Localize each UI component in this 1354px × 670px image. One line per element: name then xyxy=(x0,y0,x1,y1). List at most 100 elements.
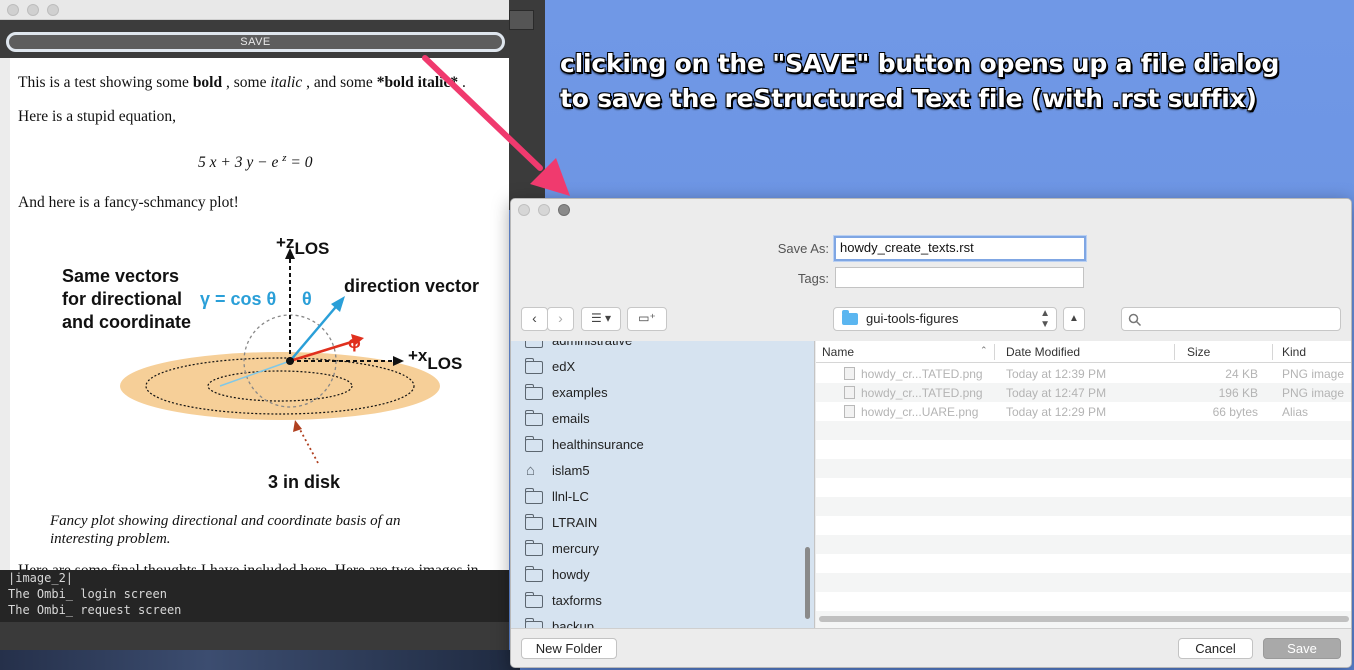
file-row: howdy_cr...UARE.png Today at 12:29 PM 66… xyxy=(816,402,1351,421)
list-view-icon: ☰ ▾ xyxy=(590,311,612,325)
dialog-save-button[interactable]: Save xyxy=(1263,638,1341,659)
empty-row xyxy=(816,535,1351,554)
source-line: |image_2| xyxy=(8,571,74,585)
paragraph-plot-intro: And here is a fancy-schmancy plot! xyxy=(18,194,239,211)
folder-icon xyxy=(524,358,543,374)
folder-icon xyxy=(524,384,543,400)
save-as-label: Save As: xyxy=(777,241,829,256)
italic-text: italic xyxy=(270,74,303,91)
save-button[interactable]: SAVE xyxy=(6,32,505,52)
folder-icon xyxy=(524,436,543,452)
file-name: howdy_cr...TATED.png xyxy=(861,386,983,400)
same-vectors-label-line3: and coordinate xyxy=(62,312,191,332)
direction-vector-label: direction vector xyxy=(344,276,479,296)
minimize-dialog-button[interactable] xyxy=(538,204,550,216)
bold-text: bold xyxy=(192,74,223,91)
folder-icon xyxy=(524,514,543,530)
paragraph-formatting: This is a test showing some bold , some … xyxy=(18,74,466,92)
file-name: howdy_cr...UARE.png xyxy=(861,405,979,419)
close-dialog-button[interactable] xyxy=(518,204,530,216)
back-button[interactable]: ‹ xyxy=(521,307,548,331)
source-text-pane[interactable]: |image_2| The Ombi_ login screen The Omb… xyxy=(0,570,509,622)
column-kind[interactable]: Kind xyxy=(1282,345,1306,359)
sidebar-item-label: examples xyxy=(552,385,608,400)
sidebar-scrollbar[interactable] xyxy=(805,547,810,619)
horizontal-scrollbar[interactable] xyxy=(819,616,1349,622)
file-row: howdy_cr...TATED.png Today at 12:47 PM 1… xyxy=(816,383,1351,402)
search-input[interactable] xyxy=(1121,307,1341,331)
folder-icon xyxy=(524,488,543,504)
zoom-dialog-button[interactable] xyxy=(558,204,570,216)
editor-window: SAVE This is a test showing some bold , … xyxy=(0,0,509,650)
save-as-field[interactable]: howdy_create_texts.rst xyxy=(834,236,1086,261)
folder-icon xyxy=(524,566,543,582)
source-line: The Ombi_ login screen xyxy=(8,587,167,601)
view-options-button[interactable]: ☰ ▾ xyxy=(581,307,621,331)
file-size: 24 KB xyxy=(1225,367,1258,381)
column-divider[interactable] xyxy=(994,344,995,360)
empty-row xyxy=(816,573,1351,592)
location-label: gui-tools-figures xyxy=(866,311,959,326)
empty-row xyxy=(816,497,1351,516)
disk-label: 3 in disk xyxy=(268,472,341,492)
column-size[interactable]: Size xyxy=(1187,345,1210,359)
editor-titlebar xyxy=(0,0,509,20)
file-date: Today at 12:29 PM xyxy=(1006,405,1107,419)
forward-button[interactable]: › xyxy=(547,307,574,331)
file-name: howdy_cr...TATED.png xyxy=(861,367,983,381)
disk-pointer-arrowhead xyxy=(293,420,302,432)
sidebar-item-label: taxforms xyxy=(552,593,602,608)
editor-toolbar: SAVE xyxy=(0,20,509,58)
figure-caption: Fancy plot showing directional and coord… xyxy=(50,513,401,547)
sidebar-item-label: backup xyxy=(552,619,594,628)
background-app-toolbar xyxy=(509,10,534,30)
file-date: Today at 12:47 PM xyxy=(1006,386,1107,400)
phi-label: ϕ xyxy=(348,333,361,352)
folder-icon xyxy=(524,540,543,556)
folder-icon xyxy=(524,618,543,628)
text-run: This is a test showing some xyxy=(18,74,193,91)
search-icon xyxy=(1128,313,1142,327)
theta-label: θ xyxy=(302,289,312,309)
image-file-icon xyxy=(844,367,855,380)
file-kind: PNG image xyxy=(1282,367,1345,381)
paragraph-final-thoughts: Here are some final thoughts I have incl… xyxy=(18,562,479,570)
cancel-button[interactable]: Cancel xyxy=(1178,638,1253,659)
text-run: , some xyxy=(222,74,271,91)
close-window-button[interactable] xyxy=(7,4,19,16)
text-run: . xyxy=(458,74,466,91)
file-list: Name ⌃ Date Modified Size Kind howdy_cr.… xyxy=(816,341,1351,628)
sidebar-item-label: LTRAIN xyxy=(552,515,598,530)
column-date-modified[interactable]: Date Modified xyxy=(1006,345,1080,359)
save-file-dialog: Save As: howdy_create_texts.rst Tags: ‹ … xyxy=(510,198,1352,668)
new-folder-button[interactable]: New Folder xyxy=(521,638,617,659)
empty-row xyxy=(816,459,1351,478)
location-popup[interactable]: gui-tools-figures ▲ ▼ xyxy=(833,307,1057,331)
new-folder-icon-button[interactable]: ▭⁺ xyxy=(627,307,667,331)
same-vectors-label-line1: Same vectors xyxy=(62,266,179,286)
column-name[interactable]: Name xyxy=(822,345,854,359)
chevron-left-icon: ‹ xyxy=(532,310,537,326)
expand-collapse-button[interactable]: ▲ xyxy=(1063,307,1085,331)
column-divider[interactable] xyxy=(1272,344,1273,360)
column-divider[interactable] xyxy=(1174,344,1175,360)
folder-icon xyxy=(842,310,858,325)
folder-icon xyxy=(524,592,543,608)
sidebar-item-label: howdy xyxy=(552,567,590,582)
tags-field[interactable] xyxy=(835,267,1084,288)
sidebar-item-label: edX xyxy=(552,359,576,374)
file-row: howdy_cr...TATED.png Today at 12:39 PM 2… xyxy=(816,364,1351,383)
background-app-window xyxy=(509,0,545,210)
file-kind: Alias xyxy=(1282,405,1309,419)
minimize-window-button[interactable] xyxy=(27,4,39,16)
empty-row xyxy=(816,421,1351,440)
dialog-footer: New Folder Cancel Save xyxy=(511,628,1351,667)
same-vectors-label-line2: for directional xyxy=(62,289,182,309)
paragraph-equation-intro: Here is a stupid equation, xyxy=(18,108,176,125)
text-run: , and some xyxy=(302,74,377,91)
bold-text: *bold italic* xyxy=(376,74,459,91)
annotation-caption: clicking on the "SAVE" button opens up a… xyxy=(560,46,1280,116)
equation: 5 x + 3 y − e z = 0 xyxy=(198,152,313,172)
disk-shape xyxy=(120,352,440,420)
zoom-window-button[interactable] xyxy=(47,4,59,16)
